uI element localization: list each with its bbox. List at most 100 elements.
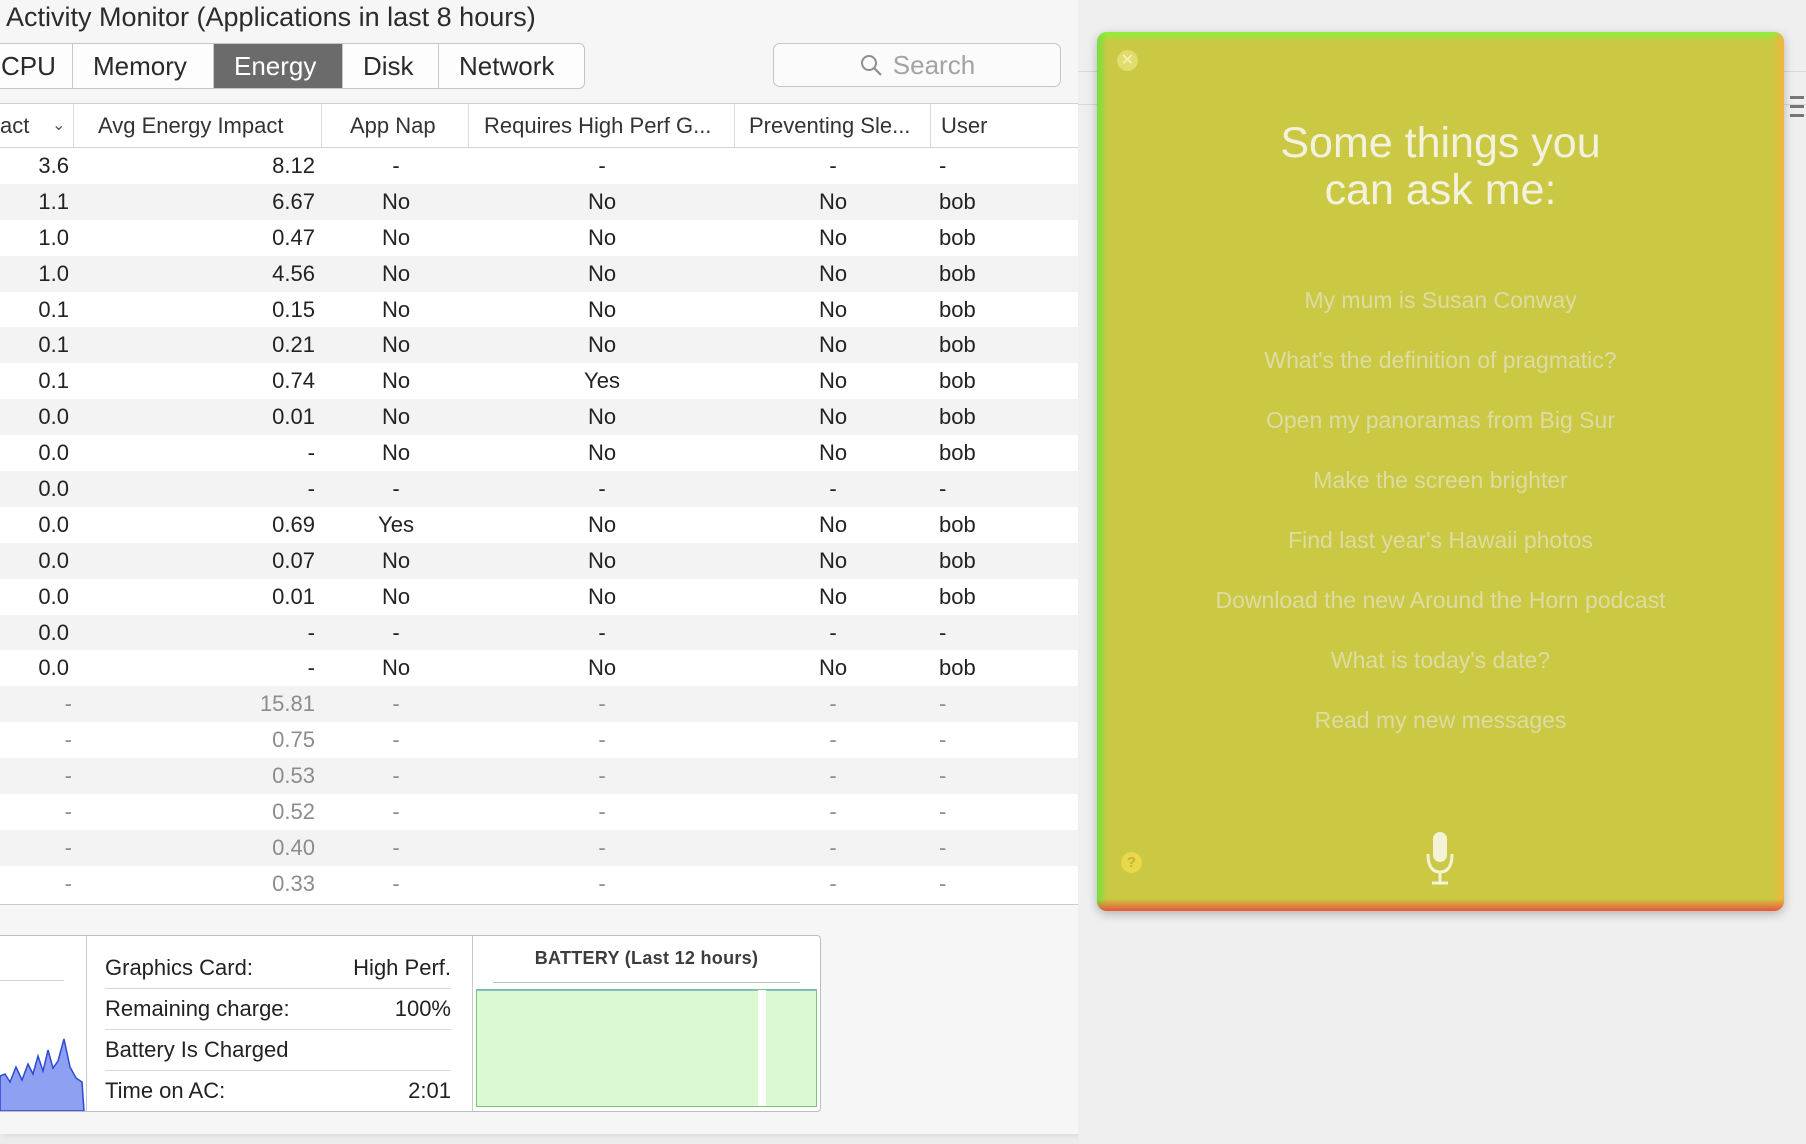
siri-suggestion[interactable]: Read my new messages — [1097, 690, 1784, 750]
app-nap-cell: No — [381, 655, 411, 681]
help-icon[interactable]: ? — [1121, 852, 1142, 873]
user-cell: - — [939, 870, 947, 896]
siri-title: Some things you can ask me: — [1097, 120, 1784, 214]
column-header-high-perf-gpu[interactable]: Requires High Perf G... — [469, 104, 735, 147]
energy-impact-cell: 1.1 — [38, 188, 69, 214]
table-row[interactable]: 0.1 0.15 No No No bob — [0, 292, 1078, 328]
table-row[interactable]: - 0.52 - - - - — [0, 794, 1078, 830]
table-row[interactable]: - 0.75 - - - - — [0, 722, 1078, 758]
high-perf-gpu-cell: No — [587, 511, 617, 537]
table-row[interactable]: 0.0 0.01 No No No bob — [0, 399, 1078, 436]
siri-suggestion[interactable]: Make the screen brighter — [1097, 450, 1784, 510]
avg-energy-cell: 0.69 — [272, 511, 315, 537]
avg-energy-cell: - — [307, 619, 315, 645]
graphics-card-label: Graphics Card: — [105, 955, 253, 980]
app-nap-cell: No — [381, 188, 411, 214]
tab-network[interactable]: Network — [439, 44, 584, 88]
siri-suggestion[interactable]: What is today's date? — [1097, 630, 1784, 690]
table-row[interactable]: - 0.33 - - - - — [0, 866, 1078, 902]
table-row[interactable]: 0.0 0.69 Yes No No bob — [0, 507, 1078, 543]
siri-suggestion[interactable]: Find last year's Hawaii photos — [1097, 510, 1784, 570]
tab-memory[interactable]: Memory — [73, 44, 214, 88]
user-cell: bob — [939, 188, 976, 214]
table-row[interactable]: 0.1 0.21 No No No bob — [0, 327, 1078, 364]
avg-energy-cell: 6.67 — [272, 188, 315, 214]
high-perf-gpu-cell: - — [598, 691, 606, 717]
column-header-label: act — [0, 113, 30, 138]
table-row[interactable]: 0.0 - - - - - — [0, 471, 1078, 507]
table-row[interactable]: 1.0 0.47 No No No bob — [0, 220, 1078, 256]
table-row[interactable]: 1.0 4.56 No No No bob — [0, 255, 1078, 292]
table-row[interactable]: - 0.53 - - - - — [0, 758, 1078, 795]
column-header-preventing-sleep[interactable]: Preventing Sle... — [735, 104, 931, 147]
tab-energy[interactable]: Energy — [214, 44, 343, 88]
table-row[interactable]: 0.0 - - - - - — [0, 614, 1078, 651]
table-row[interactable]: 0.0 - No No No bob — [0, 435, 1078, 471]
table-row[interactable]: - 0.40 - - - - — [0, 829, 1078, 866]
energy-impact-cell: - — [64, 870, 72, 896]
high-perf-gpu-cell: - — [598, 727, 606, 753]
preventing-sleep-cell: No — [818, 440, 848, 466]
avg-energy-cell: 0.21 — [272, 332, 315, 358]
search-input[interactable]: Search — [773, 43, 1061, 87]
table-row[interactable]: 0.1 0.74 No Yes No bob — [0, 363, 1078, 399]
microphone-icon[interactable] — [1425, 830, 1455, 886]
user-cell: bob — [939, 583, 976, 609]
column-header-energy-impact[interactable]: act ⌄ — [0, 104, 74, 147]
close-icon[interactable]: ✕ — [1117, 50, 1138, 71]
battery-graph-gap — [758, 990, 766, 1106]
siri-suggestion[interactable]: Open my panoramas from Big Sur — [1097, 390, 1784, 450]
search-icon — [860, 55, 882, 76]
battery-history: BATTERY (Last 12 hours) — [472, 936, 820, 1111]
time-on-ac-label: Time on AC: — [105, 1078, 226, 1103]
table-row[interactable]: 3.6 8.12 - - - - — [0, 148, 1078, 184]
avg-energy-cell: 0.15 — [272, 296, 315, 322]
preventing-sleep-cell: No — [818, 296, 848, 322]
user-cell: - — [939, 799, 947, 825]
search-placeholder: Search — [892, 49, 976, 80]
high-perf-gpu-cell: - — [598, 476, 606, 502]
energy-impact-cell: 0.1 — [38, 332, 69, 358]
high-perf-gpu-cell: No — [587, 655, 617, 681]
table-row[interactable]: 0.0 0.07 No No No bob — [0, 542, 1078, 579]
preventing-sleep-cell: No — [818, 188, 848, 214]
info-row-remaining: Remaining charge: 100% — [105, 989, 451, 1030]
preventing-sleep-cell: - — [829, 153, 837, 178]
avg-energy-cell: 0.01 — [272, 404, 315, 430]
table-row[interactable]: 0.0 0.01 No No No bob — [0, 579, 1078, 615]
column-header-app-nap[interactable]: App Nap — [322, 104, 469, 147]
user-cell: bob — [939, 296, 976, 322]
siri-title-line: can ask me: — [1324, 166, 1557, 214]
preventing-sleep-cell: No — [818, 332, 848, 358]
battery-graph — [476, 989, 817, 1107]
table-row[interactable]: - 15.81 - - - - — [0, 686, 1078, 723]
table-row[interactable]: 1.1 6.67 No No No bob — [0, 183, 1078, 220]
siri-suggestion[interactable]: My mum is Susan Conway — [1097, 270, 1784, 330]
table-row[interactable]: 0.0 - No No No bob — [0, 650, 1078, 686]
preventing-sleep-cell: No — [818, 404, 848, 430]
menu-icon[interactable] — [1790, 96, 1804, 123]
siri-suggestion[interactable]: What's the definition of pragmatic? — [1097, 330, 1784, 390]
column-header-user[interactable]: User — [931, 104, 1078, 147]
battery-charged-label: Battery Is Charged — [105, 1037, 289, 1062]
app-nap-cell: No — [381, 404, 411, 430]
energy-graph-svg — [0, 1038, 85, 1111]
avg-energy-cell: 0.53 — [272, 763, 315, 789]
energy-impact-cell: 3.6 — [38, 153, 69, 178]
tab-disk[interactable]: Disk — [343, 44, 439, 88]
preventing-sleep-cell: No — [818, 511, 848, 537]
preventing-sleep-cell: No — [818, 655, 848, 681]
siri-suggestion[interactable]: Download the new Around the Horn podcast — [1097, 570, 1784, 630]
high-perf-gpu-cell: - — [598, 834, 606, 860]
avg-energy-cell: 0.33 — [272, 870, 315, 896]
energy-impact-graph — [0, 936, 87, 1111]
siri-panel: ✕ Some things you can ask me: My mum is … — [1097, 32, 1784, 911]
app-nap-cell: No — [381, 332, 411, 358]
time-on-ac-value: 2:01 — [408, 1078, 451, 1103]
app-nap-cell: - — [392, 799, 400, 825]
column-header-avg-energy[interactable]: Avg Energy Impact — [84, 104, 322, 147]
user-cell: bob — [939, 404, 976, 430]
user-cell: - — [939, 727, 947, 753]
energy-impact-cell: - — [64, 727, 72, 753]
tab-cpu[interactable]: CPU — [0, 44, 73, 88]
